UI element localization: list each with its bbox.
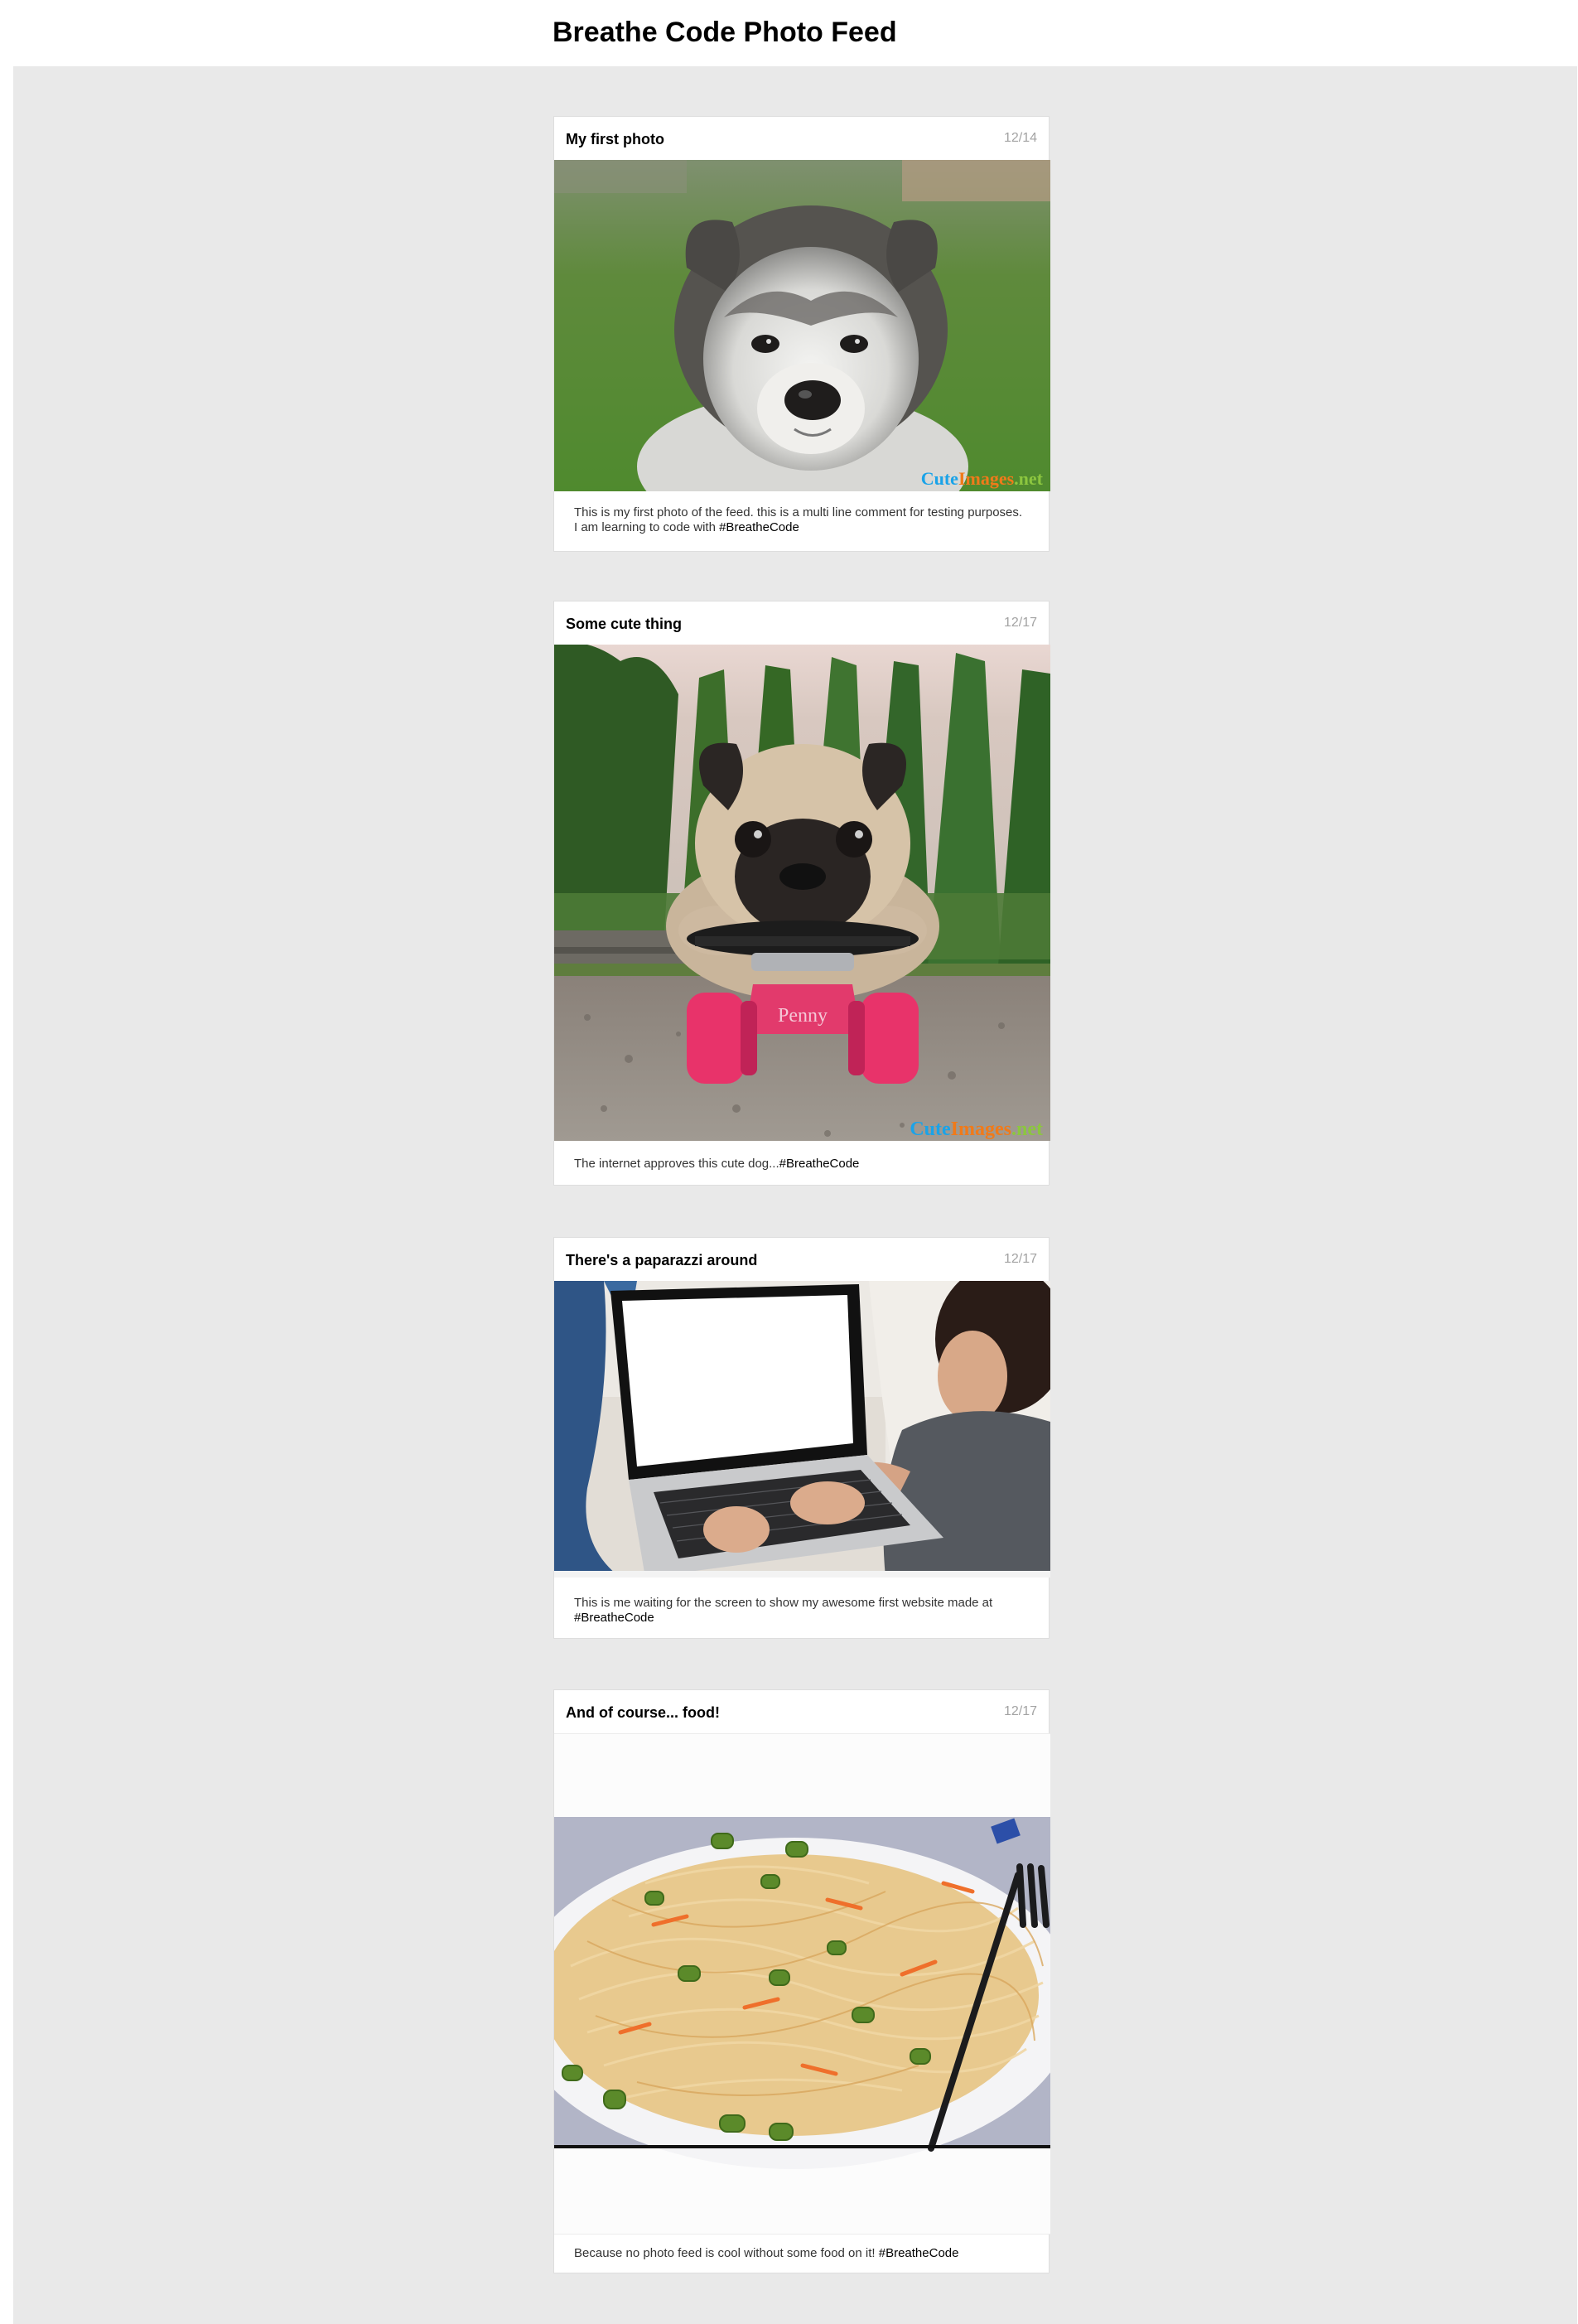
- caption-text: This is me waiting for the screen to sho…: [574, 1596, 993, 1610]
- post-caption: This is me waiting for the screen to sho…: [554, 1578, 1049, 1626]
- post-title: My first photo: [566, 131, 664, 147]
- hashtag-link[interactable]: #BreatheCode: [719, 520, 799, 534]
- post-header: My first photo 12/14: [554, 117, 1049, 160]
- post-caption: The internet approves this cute dog...#B…: [554, 1141, 1049, 1172]
- post-caption: This is my first photo of the feed. this…: [554, 491, 1049, 535]
- post-header: And of course... food! 12/17: [554, 1690, 1049, 1733]
- post-title: And of course... food!: [566, 1704, 720, 1721]
- post-header: Some cute thing 12/17: [554, 602, 1049, 645]
- caption-text: The internet approves this cute dog...: [574, 1157, 779, 1171]
- post-date: 12/17: [1003, 1704, 1037, 1718]
- page-title: Breathe Code Photo Feed: [553, 17, 897, 48]
- svg-text:CuteImages.net: CuteImages.net: [910, 1119, 1043, 1140]
- noodles-photo[interactable]: [554, 1733, 1050, 2235]
- post-header: There's a paparazzi around 12/17: [554, 1238, 1049, 1281]
- post-card: Some cute thing 12/17 Penny CuteImages.n…: [553, 601, 1050, 1186]
- hashtag-link[interactable]: #BreatheCode: [574, 1611, 654, 1625]
- post-card: There's a paparazzi around 12/17 This is…: [553, 1237, 1050, 1639]
- post-caption: Because no photo feed is cool without so…: [554, 2235, 1049, 2261]
- photo-feed-page: Breathe Code Photo Feed My first photo 1…: [0, 0, 1578, 2324]
- post-title: Some cute thing: [566, 616, 683, 632]
- pug-on-skateboard-photo[interactable]: Penny CuteImages.net: [554, 645, 1050, 1141]
- husky-puppy-photo[interactable]: CuteImages.net: [554, 160, 1050, 491]
- hashtag-link[interactable]: #BreatheCode: [879, 2246, 959, 2260]
- svg-text:CuteImages.net: CuteImages.net: [921, 468, 1044, 489]
- post-date: 12/17: [1003, 1252, 1037, 1266]
- post-date: 12/14: [1003, 131, 1037, 145]
- hashtag-link[interactable]: #BreatheCode: [779, 1157, 860, 1171]
- post-card: And of course... food! 12/17 Because no …: [553, 1689, 1050, 2273]
- board-brand-label: Penny: [778, 1005, 828, 1027]
- page-header: Breathe Code Photo Feed: [0, 0, 1578, 66]
- post-title: There's a paparazzi around: [566, 1252, 758, 1268]
- caption-text: Because no photo feed is cool without so…: [574, 2246, 879, 2260]
- woman-with-laptop-photo[interactable]: [554, 1281, 1050, 1578]
- post-date: 12/17: [1003, 616, 1037, 630]
- post-card: My first photo 12/14 CuteImages.net This…: [553, 116, 1050, 552]
